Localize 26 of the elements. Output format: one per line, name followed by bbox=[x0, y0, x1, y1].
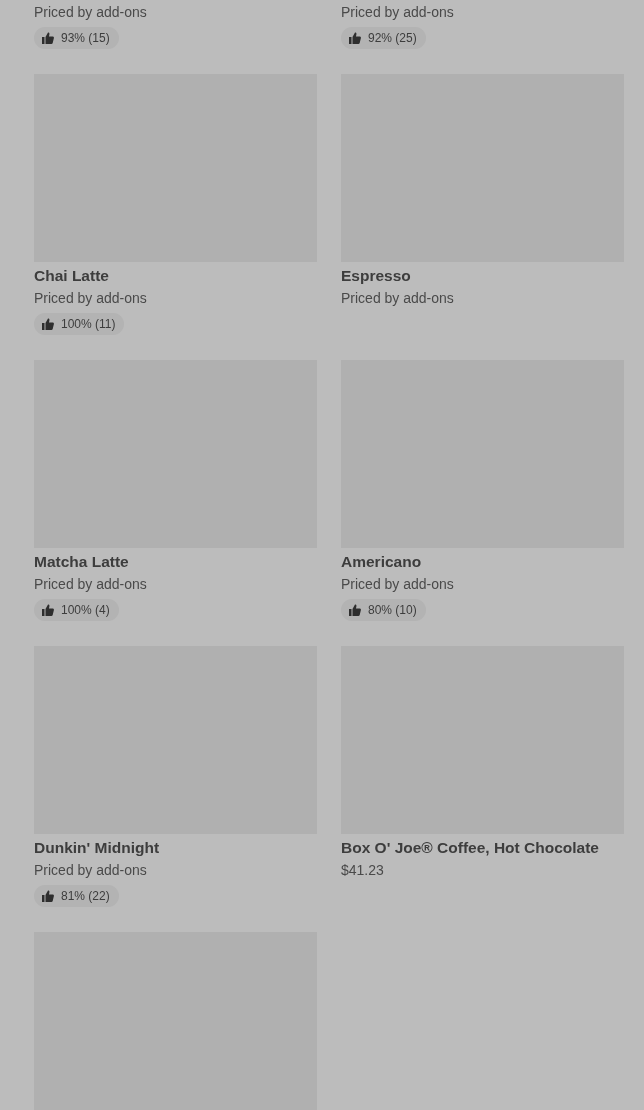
item-title[interactable]: Dunkin' Midnight bbox=[34, 838, 160, 858]
item-price: Priced by add-ons bbox=[34, 575, 147, 594]
thumbs-up-icon bbox=[42, 318, 54, 330]
item-title[interactable]: Chai Latte bbox=[34, 266, 109, 286]
item-title[interactable]: Matcha Latte bbox=[34, 552, 129, 572]
item-price: Priced by add-ons bbox=[34, 861, 147, 880]
rating-text: 80% (10) bbox=[368, 603, 417, 617]
item-price: Priced by add-ons bbox=[341, 289, 454, 308]
item-title[interactable]: Box O' Joe® Coffee, Hot Chocolate bbox=[341, 838, 599, 858]
rating-text: 92% (25) bbox=[368, 31, 417, 45]
item-price: Priced by add-ons bbox=[34, 289, 147, 308]
item-price: $41.23 bbox=[341, 861, 384, 880]
rating-text: 93% (15) bbox=[61, 31, 110, 45]
rating-text: 100% (4) bbox=[61, 603, 110, 617]
item-title[interactable]: Americano bbox=[341, 552, 422, 572]
item-price: Priced by add-ons bbox=[341, 575, 454, 594]
thumbs-up-icon bbox=[42, 604, 54, 616]
rating-text: 100% (11) bbox=[61, 317, 116, 331]
thumbs-up-icon bbox=[349, 604, 361, 616]
thumbs-up-icon bbox=[349, 32, 361, 44]
rating-text: 81% (22) bbox=[61, 889, 110, 903]
thumbs-up-icon bbox=[42, 32, 54, 44]
item-price: Priced by add-ons bbox=[341, 3, 454, 22]
item-price: Priced by add-ons bbox=[34, 3, 147, 22]
thumbs-up-icon bbox=[42, 890, 54, 902]
item-title[interactable]: Espresso bbox=[341, 266, 411, 286]
